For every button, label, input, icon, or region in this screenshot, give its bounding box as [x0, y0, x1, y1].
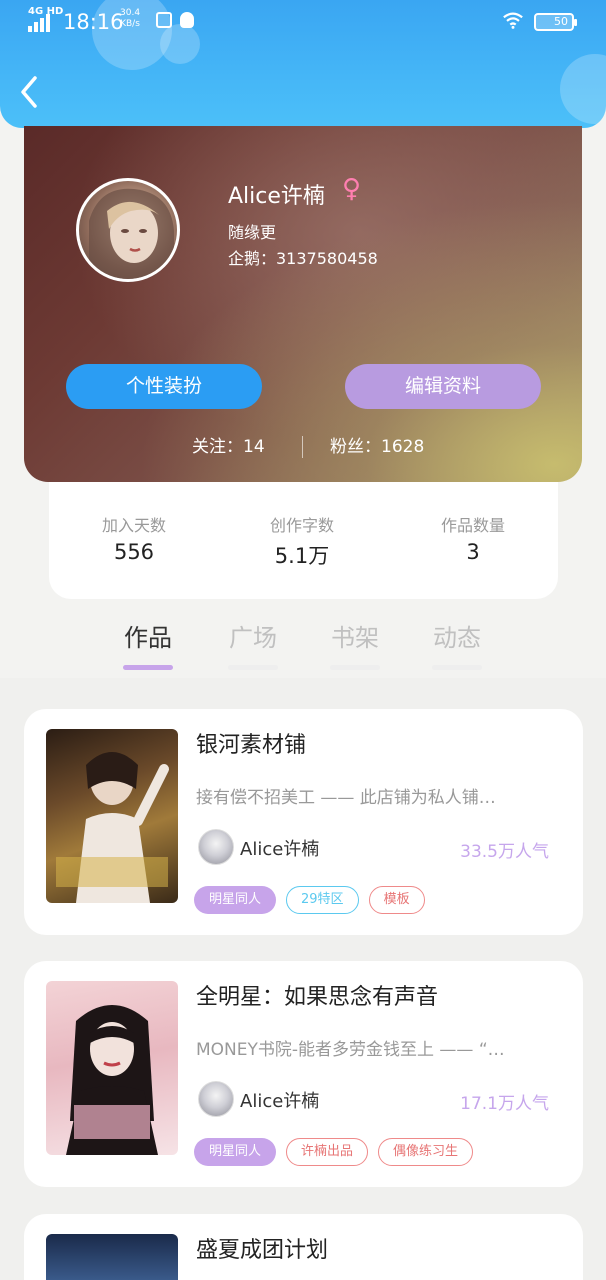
- net-speed-unit: KB/s: [120, 19, 140, 29]
- chevron-left-icon: [21, 76, 37, 108]
- back-button[interactable]: [18, 74, 48, 114]
- wifi-icon: [503, 12, 523, 29]
- work-title: 盛夏成团计划: [196, 1238, 329, 1263]
- work-title: 银河素材铺: [196, 733, 307, 758]
- tag[interactable]: 明星同人: [194, 1138, 277, 1166]
- author-name: Alice许楠: [240, 1091, 320, 1112]
- tab-label: 书架: [331, 624, 379, 652]
- work-description: 接有偿不招美工 —— 此店铺为私人铺…: [196, 788, 496, 808]
- battery-icon: 50: [534, 13, 577, 31]
- stat-value: 5.1万: [274, 544, 330, 568]
- tag[interactable]: 29特区: [286, 886, 359, 914]
- avatar-portrait: [89, 188, 174, 279]
- tab-indicator: [123, 665, 173, 670]
- profile-card: Alice许楠 ♀ 随缘更 企鹅：3137580458 个性装扮 编辑资料 关注…: [24, 126, 582, 482]
- status-bar: 4G HD 18:16 30.4 KB/s 50: [0, 6, 606, 38]
- tab-square[interactable]: 广场: [218, 618, 288, 670]
- top-header: 4G HD 18:16 30.4 KB/s 50: [0, 0, 606, 128]
- tab-indicator: [228, 665, 278, 670]
- stat-value: 3: [466, 540, 480, 564]
- user-signature: 随缘更: [228, 223, 277, 242]
- following-count[interactable]: 关注：14: [192, 432, 265, 457]
- tab-label: 动态: [433, 624, 481, 652]
- cover-illustration: [56, 752, 169, 903]
- stat-label: 作品数量: [440, 516, 505, 535]
- work-card[interactable]: 银河素材铺 接有偿不招美工 —— 此店铺为私人铺… Alice许楠 33.5万人…: [24, 709, 583, 935]
- work-cover[interactable]: [46, 729, 178, 903]
- dress-up-button[interactable]: 个性装扮: [66, 364, 262, 409]
- qq-icon: [180, 12, 194, 28]
- female-icon: ♀: [342, 174, 362, 204]
- avatar[interactable]: [76, 178, 180, 282]
- tag[interactable]: 模板: [368, 886, 425, 914]
- edit-profile-button[interactable]: 编辑资料: [345, 364, 541, 409]
- username: Alice许楠: [228, 184, 325, 209]
- stat-label: 加入天数: [101, 516, 166, 535]
- tab-indicator: [330, 665, 380, 670]
- stats-card: 加入天数 556 创作字数 5.1万 作品数量 3: [49, 482, 558, 599]
- cover-illustration: [66, 1005, 158, 1155]
- tab-bookshelf[interactable]: 书架: [320, 618, 390, 670]
- tag-list: 明星同人 许楠出品 偶像练习生: [194, 1138, 483, 1168]
- tab-indicator: [432, 665, 482, 670]
- popularity: 33.5万人气: [460, 842, 549, 862]
- tab-label: 作品: [124, 624, 172, 652]
- fans-count[interactable]: 粉丝：1628: [330, 432, 424, 457]
- screenshot-icon: [156, 12, 172, 28]
- tag[interactable]: 明星同人: [194, 886, 277, 914]
- clock: 18:16: [63, 10, 124, 34]
- stat-join-days: 加入天数 556: [49, 512, 219, 564]
- work-card[interactable]: 盛夏成团计划: [24, 1214, 583, 1280]
- decor-bubble: [560, 54, 606, 124]
- tab-works[interactable]: 作品: [113, 618, 183, 670]
- work-cover[interactable]: [46, 981, 178, 1155]
- stat-label: 创作字数: [269, 516, 334, 535]
- work-description: MONEY书院-能者多劳金钱至上 —— “…: [196, 1040, 505, 1060]
- battery-level: 50: [554, 15, 568, 28]
- tag-list: 明星同人 29特区 模板: [194, 886, 435, 916]
- stat-value: 556: [113, 540, 155, 564]
- popularity: 17.1万人气: [460, 1094, 549, 1114]
- author-avatar: [198, 829, 234, 865]
- author-name: Alice许楠: [240, 839, 320, 860]
- work-cover[interactable]: [46, 1234, 178, 1280]
- follow-stats: 关注：14 粉丝：1628: [24, 432, 582, 462]
- divider: [302, 436, 303, 458]
- stat-word-count: 创作字数 5.1万: [217, 512, 387, 570]
- qq-number: 企鹅：3137580458: [228, 249, 378, 268]
- tab-activity[interactable]: 动态: [422, 618, 492, 670]
- stat-work-count: 作品数量 3: [388, 512, 558, 564]
- tag[interactable]: 偶像练习生: [378, 1138, 474, 1166]
- tab-label: 广场: [229, 624, 277, 652]
- work-card[interactable]: 全明星：如果思念有声音 MONEY书院-能者多劳金钱至上 —— “… Alice…: [24, 961, 583, 1187]
- net-speed: 30.4 KB/s: [120, 8, 140, 30]
- signal-icon: [28, 10, 56, 32]
- net-speed-value: 30.4: [120, 8, 141, 18]
- tab-bar: 作品 广场 书架 动态: [0, 610, 606, 670]
- work-title: 全明星：如果思念有声音: [196, 985, 439, 1010]
- tag[interactable]: 许楠出品: [286, 1138, 369, 1166]
- author-avatar: [198, 1081, 234, 1117]
